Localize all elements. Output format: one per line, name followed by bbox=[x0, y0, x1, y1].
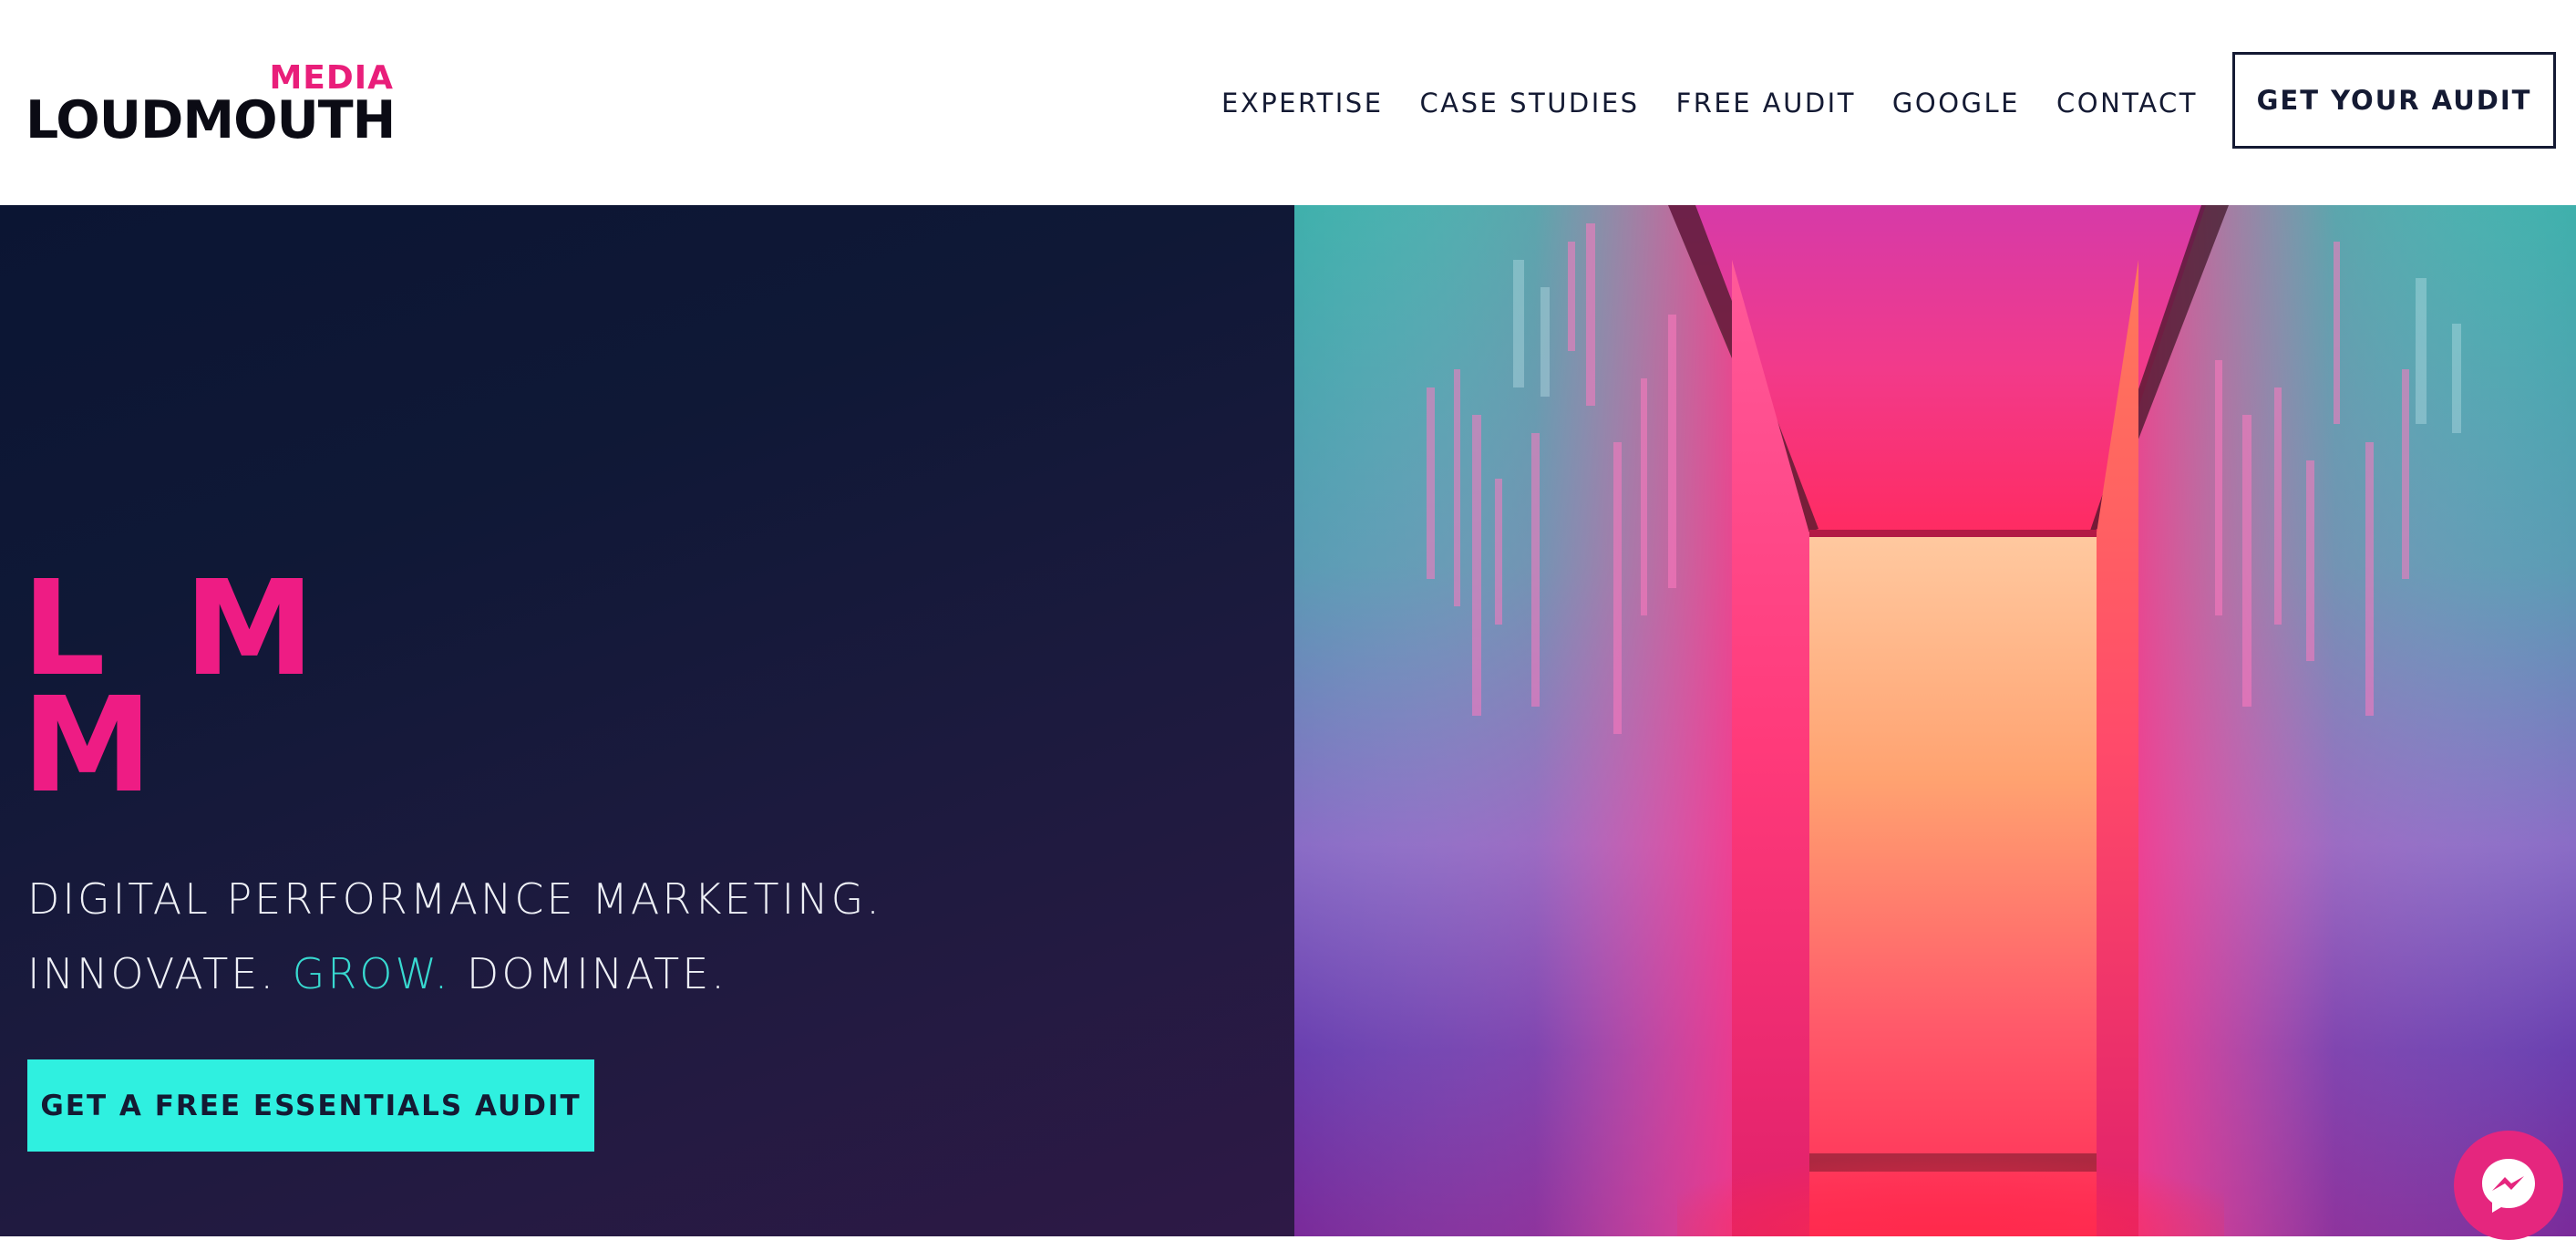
neon-corridor-image bbox=[1294, 205, 2576, 1236]
nav-item-expertise[interactable]: EXPERTISE bbox=[1221, 80, 1384, 126]
hero-panel: L M M DIGITAL PERFORMANCE MARKETING. INN… bbox=[0, 205, 1294, 1236]
main-nav: EXPERTISE CASE STUDIES FREE AUDIT GOOGLE… bbox=[1221, 80, 2234, 126]
site-header: MEDIA LOUDMOUTH EXPERTISE CASE STUDIES F… bbox=[0, 0, 2576, 205]
free-essentials-audit-button[interactable]: GET A FREE ESSENTIALS AUDIT bbox=[27, 1059, 594, 1152]
logo-loudmouth-text: LOUDMOUTH bbox=[26, 90, 396, 150]
tagline-line-2: INNOVATE. GROW. DOMINATE. bbox=[27, 936, 882, 1011]
tagline-grow: GROW. bbox=[292, 949, 451, 998]
messenger-icon bbox=[2482, 1159, 2535, 1213]
nav-item-google[interactable]: GOOGLE bbox=[1892, 80, 2020, 126]
corridor-illustration bbox=[1294, 205, 2576, 1236]
loudmouth-media-logo[interactable]: MEDIA LOUDMOUTH bbox=[26, 62, 396, 153]
tagline-dominate: DOMINATE. bbox=[450, 949, 727, 998]
lmm-monogram: L M M bbox=[22, 563, 331, 811]
tagline-innovate: INNOVATE. bbox=[27, 949, 293, 998]
hero-tagline: DIGITAL PERFORMANCE MARKETING. INNOVATE.… bbox=[27, 862, 882, 1011]
nav-item-free-audit[interactable]: FREE AUDIT bbox=[1676, 80, 1856, 126]
get-your-audit-button[interactable]: GET YOUR AUDIT bbox=[2232, 52, 2556, 149]
nav-item-case-studies[interactable]: CASE STUDIES bbox=[1420, 80, 1640, 126]
messenger-chat-button[interactable] bbox=[2454, 1131, 2563, 1240]
tagline-line-1: DIGITAL PERFORMANCE MARKETING. bbox=[27, 874, 882, 924]
nav-item-contact[interactable]: CONTACT bbox=[2056, 80, 2198, 126]
